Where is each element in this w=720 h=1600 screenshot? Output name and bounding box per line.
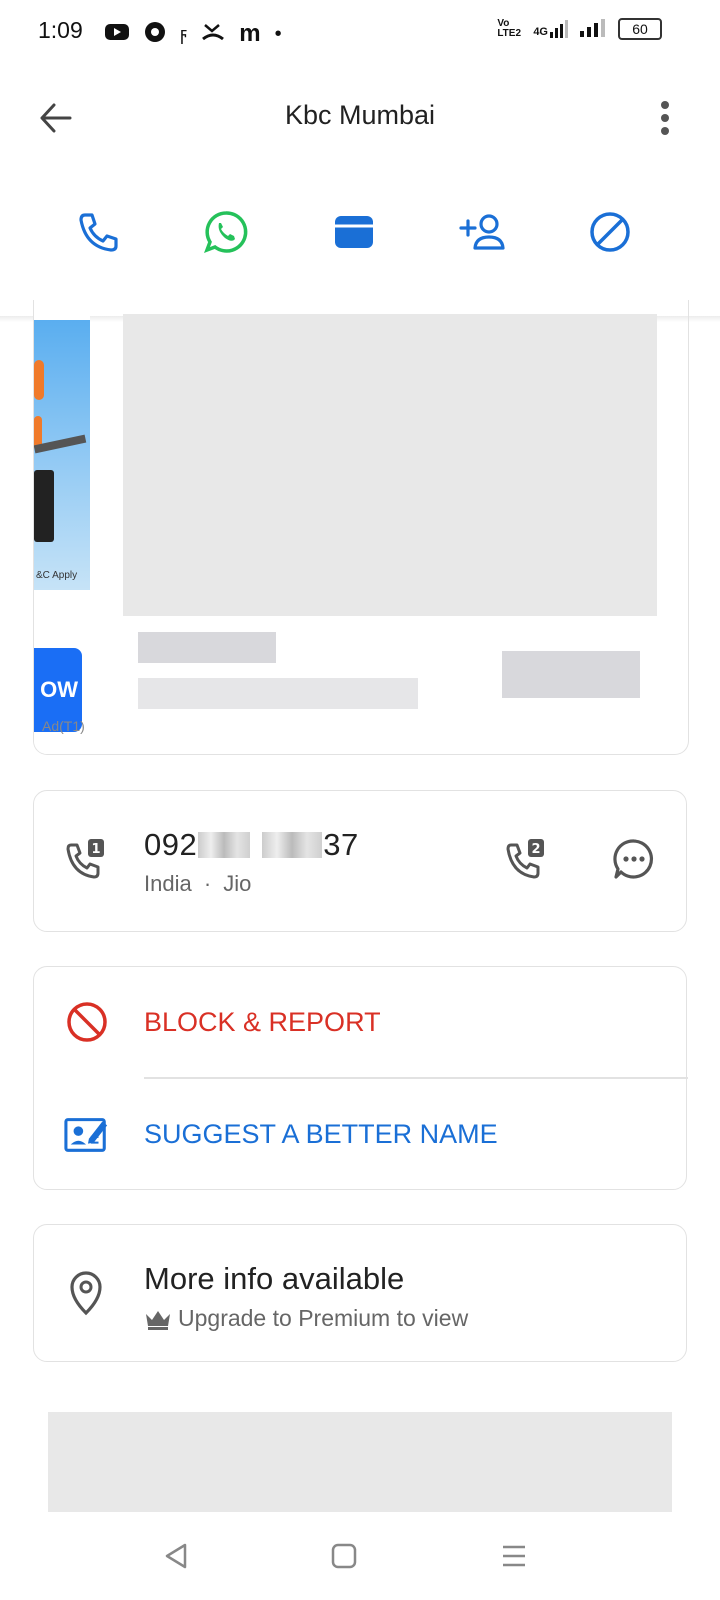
call-sim1-button[interactable]: 1 — [64, 835, 110, 885]
missed-call-icon — [201, 21, 225, 48]
whatsapp-button[interactable] — [198, 204, 254, 260]
nav-recents-button[interactable] — [490, 1534, 538, 1578]
square-home-icon — [331, 1543, 357, 1569]
phone-sim1-icon: 1 — [66, 839, 104, 879]
actions-card: BLOCK & REPORT SUGGEST A BETTER NAME — [33, 966, 688, 1190]
youtube-icon — [104, 22, 130, 47]
chat-bubble-icon — [613, 839, 654, 879]
location-pin-icon — [66, 1269, 106, 1322]
masked-digits — [262, 832, 323, 858]
quick-actions — [0, 204, 720, 264]
more-notifications-icon: • — [274, 22, 282, 45]
status-time: 1:09 — [38, 17, 83, 43]
block-report-row[interactable]: BLOCK & REPORT — [34, 967, 688, 1077]
block-report-label: BLOCK & REPORT — [144, 1007, 381, 1037]
ad-placeholder-image — [123, 314, 657, 616]
ad-card[interactable]: &C Apply OW Ad(T1) — [33, 300, 689, 755]
phone-sim2-icon: 2 — [506, 839, 544, 879]
suggest-name-label: SUGGEST A BETTER NAME — [144, 1119, 498, 1149]
status-bar: 1:09 ϝ m • Vo LTE2 4G 60 — [0, 0, 720, 64]
more-vertical-icon — [661, 101, 669, 135]
network-label: 4G — [533, 26, 548, 38]
volte-icon: Vo LTE2 — [497, 18, 522, 39]
premium-upsell-text: Upgrade to Premium to view — [178, 1305, 469, 1331]
page-title: Kbc Mumbai — [284, 100, 436, 130]
block-button[interactable] — [582, 204, 638, 260]
whatsapp-icon — [204, 211, 248, 253]
system-nav-bar — [0, 1512, 720, 1600]
crown-icon — [146, 1310, 170, 1330]
battery-icon: 60 — [618, 18, 662, 40]
phone-carrier: Jio — [223, 871, 252, 896]
phone-location-carrier: India · Jio — [144, 871, 251, 897]
ad-disclaimer: &C Apply — [36, 570, 78, 581]
ad-placeholder-subtitle — [138, 678, 418, 709]
system-icons: Vo LTE2 4G 60 — [497, 18, 662, 40]
signal-icon — [580, 18, 608, 40]
sim1-label: 1 — [91, 842, 100, 857]
phone-number-card: 1 092 37 India · Jio 2 — [33, 790, 687, 932]
ad-placeholder-button — [502, 651, 640, 698]
nav-home-button[interactable] — [320, 1534, 368, 1578]
notification-icons: ϝ m • — [104, 20, 282, 48]
ad-placeholder-title — [138, 632, 276, 663]
triangle-back-icon — [165, 1543, 187, 1569]
phone-country: India — [144, 871, 192, 896]
loading-placeholder — [48, 1412, 672, 1512]
app-icon — [144, 21, 166, 48]
ad-banner[interactable]: &C Apply OW Ad(T1) — [34, 300, 90, 754]
phone-number: 092 37 — [144, 827, 359, 863]
m-app-icon: m — [239, 20, 261, 47]
premium-upsell: Upgrade to Premium to view — [144, 1305, 468, 1332]
more-info-card[interactable]: More info available Upgrade to Premium t… — [33, 1224, 687, 1362]
ad-image[interactable]: &C Apply — [34, 320, 90, 590]
suggest-name-row[interactable]: SUGGEST A BETTER NAME — [34, 1079, 688, 1189]
phone-number-suffix: 37 — [323, 827, 359, 862]
signal-4g-icon: 4G — [533, 20, 570, 38]
meta-separator: · — [203, 871, 212, 896]
add-contact-button[interactable] — [454, 204, 510, 260]
block-icon — [590, 212, 630, 252]
ad-label: Ad(T1) — [42, 718, 85, 734]
phone-number-prefix: 092 — [144, 827, 198, 862]
menu-lines-icon — [503, 1545, 525, 1567]
call-sim2-button[interactable]: 2 — [504, 835, 550, 885]
call-button[interactable] — [70, 204, 126, 260]
sms-button[interactable] — [610, 835, 658, 883]
message-icon — [335, 216, 373, 248]
masked-digits — [198, 832, 251, 858]
add-contact-icon — [459, 214, 505, 250]
block-report-icon — [64, 999, 110, 1045]
edit-name-icon — [64, 1111, 110, 1157]
more-info-title: More info available — [144, 1261, 405, 1296]
phone-icon — [79, 213, 118, 252]
message-button[interactable] — [326, 204, 382, 260]
nav-back-button[interactable] — [152, 1534, 200, 1578]
more-options-button[interactable] — [650, 96, 680, 140]
flash-icon: ϝ — [180, 23, 188, 44]
sim2-label: 2 — [531, 842, 540, 857]
